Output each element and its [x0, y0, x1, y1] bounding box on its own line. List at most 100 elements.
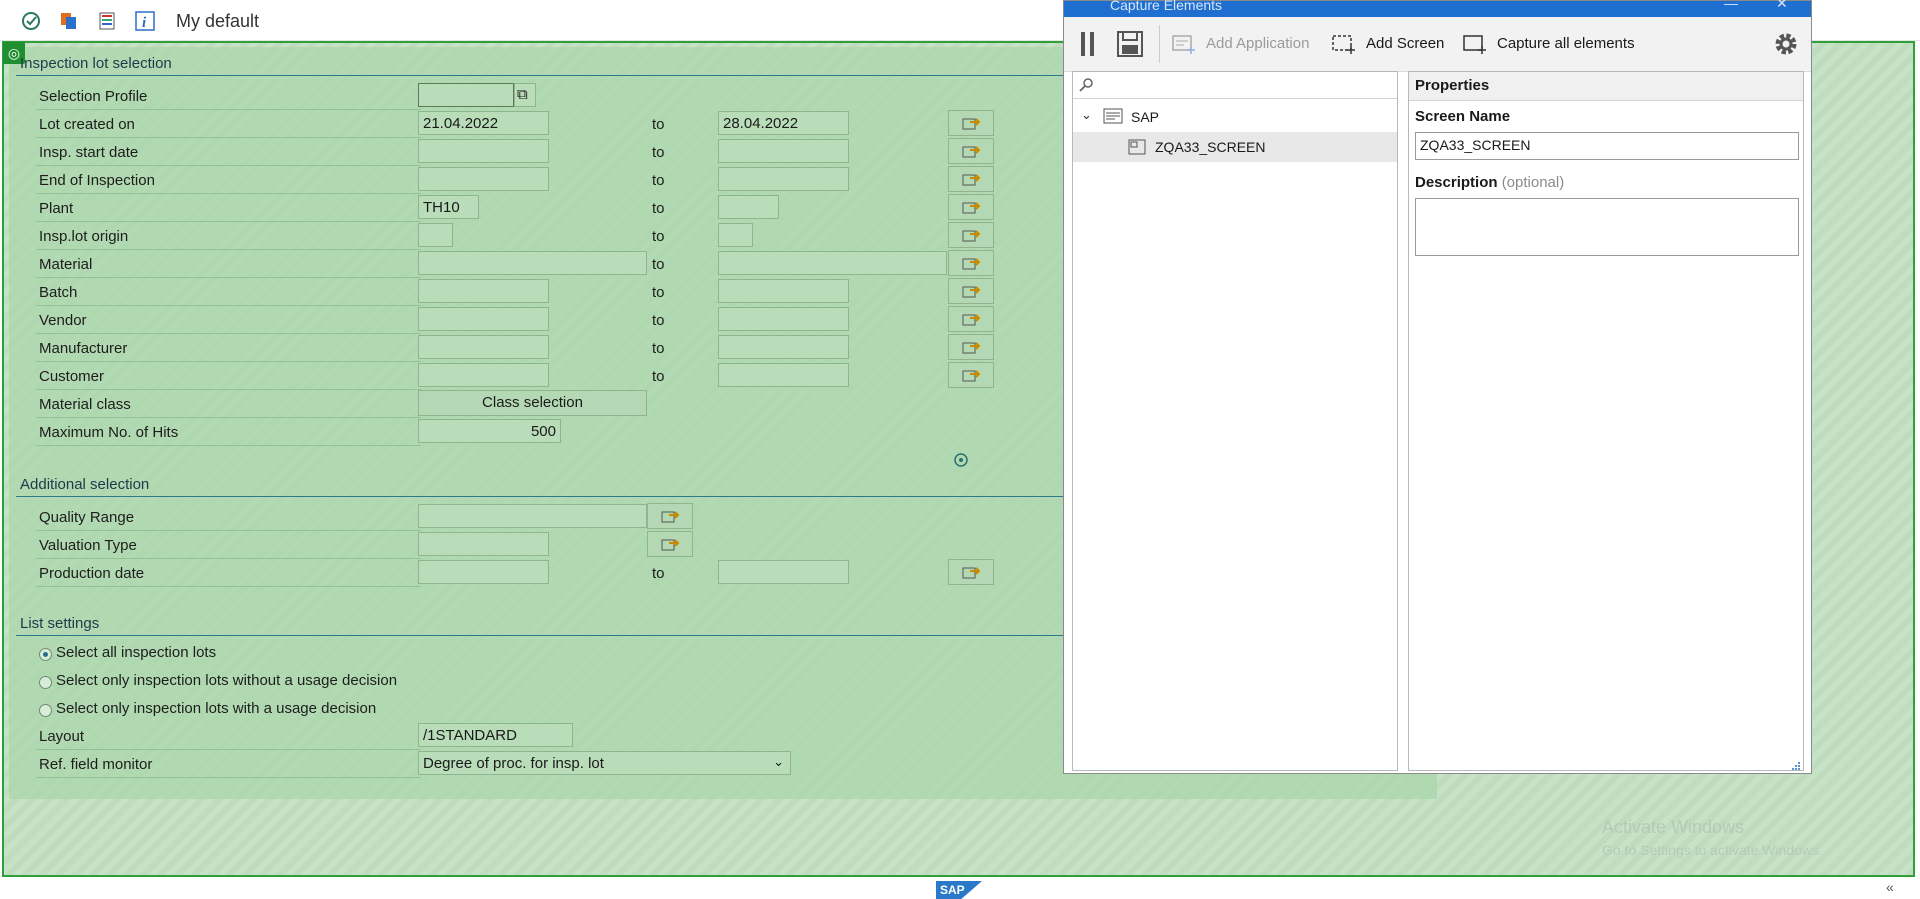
- svg-text:i: i: [142, 15, 147, 31]
- add-screen-button[interactable]: Add Screen: [1366, 35, 1444, 52]
- multiple-selection-button[interactable]: [647, 531, 693, 557]
- origin-from-input[interactable]: [418, 223, 453, 247]
- end-insp-to-input[interactable]: [718, 167, 849, 191]
- origin-to-input[interactable]: [718, 223, 753, 247]
- screen-name-input[interactable]: ZQA33_SCREEN: [1415, 132, 1799, 160]
- status-bar: SAP «: [0, 877, 1920, 899]
- quality-range-input[interactable]: [418, 504, 647, 528]
- lot-created-to-input[interactable]: 28.04.2022: [718, 111, 849, 135]
- label-selection-profile: Selection Profile: [39, 88, 148, 105]
- section-divider: [16, 75, 1072, 76]
- class-selection-button[interactable]: Class selection: [418, 390, 647, 416]
- tree-node-screen[interactable]: ZQA33_SCREEN: [1073, 132, 1397, 162]
- label-lot-created-on: Lot created on: [39, 116, 135, 133]
- multiple-selection-button[interactable]: [948, 306, 994, 332]
- element-tree: ⌄ SAP ZQA33_SCREEN: [1072, 71, 1398, 771]
- production-date-from-input[interactable]: [418, 560, 549, 584]
- radio-without-ud[interactable]: [39, 676, 52, 689]
- manufacturer-to-input[interactable]: [718, 335, 849, 359]
- add-application-button[interactable]: Add Application: [1206, 35, 1309, 52]
- to-label: to: [652, 116, 665, 133]
- insp-start-from-input[interactable]: [418, 139, 549, 163]
- vendor-to-input[interactable]: [718, 307, 849, 331]
- description-textarea[interactable]: [1415, 198, 1799, 256]
- variant-title: My default: [176, 11, 260, 31]
- label-production-date: Production date: [39, 565, 145, 582]
- variants-icon[interactable]: [58, 10, 80, 32]
- customer-to-input[interactable]: [718, 363, 849, 387]
- production-date-to-input[interactable]: [718, 560, 849, 584]
- to-label: to: [652, 200, 665, 217]
- plant-to-input[interactable]: [718, 195, 779, 219]
- capture-toolbar: Add Application Add Screen Capture all e…: [1064, 17, 1811, 72]
- label-quality-range: Quality Range: [39, 509, 135, 526]
- layout-icon[interactable]: [96, 10, 118, 32]
- label-customer: Customer: [39, 368, 105, 385]
- label-material: Material: [39, 256, 93, 273]
- to-label: to: [652, 284, 665, 301]
- section-title-inspection-lot: Inspection lot selection: [20, 55, 172, 72]
- chevron-down-icon[interactable]: ⌄: [1081, 107, 1092, 123]
- label-insp-start-date: Insp. start date: [39, 144, 139, 161]
- section-title-list-settings: List settings: [20, 615, 100, 632]
- multiple-selection-button[interactable]: [948, 110, 994, 136]
- collapse-icon[interactable]: «: [1886, 879, 1894, 895]
- tree-node-sap-label: SAP: [1131, 109, 1160, 125]
- batch-to-input[interactable]: [718, 279, 849, 303]
- multiple-selection-button[interactable]: [948, 278, 994, 304]
- ref-field-monitor-select[interactable]: Degree of proc. for insp. lot ⌄: [418, 751, 791, 775]
- selection-profile-input[interactable]: [418, 83, 514, 107]
- gear-icon[interactable]: [1773, 31, 1799, 57]
- description-label: Description (optional): [1415, 174, 1564, 191]
- activate-windows-hint: Go to Settings to activate Windows.: [1602, 842, 1823, 858]
- sap-logo: SAP: [936, 881, 982, 899]
- to-label: to: [652, 228, 665, 245]
- tree-search[interactable]: [1073, 72, 1397, 99]
- end-insp-from-input[interactable]: [418, 167, 549, 191]
- manufacturer-from-input[interactable]: [418, 335, 549, 359]
- batch-from-input[interactable]: [418, 279, 549, 303]
- multiple-selection-button[interactable]: [948, 362, 994, 388]
- material-to-input[interactable]: [718, 251, 947, 275]
- pause-icon[interactable]: [1080, 31, 1096, 57]
- capture-all-icon: [1463, 33, 1487, 55]
- layout-input[interactable]: /1STANDARD: [418, 723, 573, 747]
- material-from-input[interactable]: [418, 251, 647, 275]
- multiple-selection-button[interactable]: [948, 222, 994, 248]
- plant-from-input[interactable]: TH10: [418, 195, 479, 219]
- minimize-icon[interactable]: —: [1724, 0, 1738, 11]
- label-layout: Layout: [39, 728, 85, 745]
- execute-icon[interactable]: [20, 10, 42, 32]
- multiple-selection-button[interactable]: [948, 138, 994, 164]
- radio-all-lots[interactable]: [39, 648, 52, 661]
- multiple-selection-button[interactable]: [948, 194, 994, 220]
- crosshair-icon: [953, 452, 969, 468]
- label-manufacturer: Manufacturer: [39, 340, 128, 357]
- save-icon[interactable]: [1116, 30, 1144, 58]
- vendor-from-input[interactable]: [418, 307, 549, 331]
- to-label: to: [652, 172, 665, 189]
- close-icon[interactable]: ✕: [1776, 0, 1788, 12]
- multiple-selection-button[interactable]: [948, 250, 994, 276]
- customer-from-input[interactable]: [418, 363, 549, 387]
- multiple-selection-button[interactable]: [948, 166, 994, 192]
- description-label-text: Description: [1415, 174, 1498, 191]
- max-hits-input[interactable]: 500: [418, 419, 561, 443]
- info-icon[interactable]: i: [134, 10, 156, 32]
- multiple-selection-button[interactable]: [948, 334, 994, 360]
- section-title-additional: Additional selection: [20, 476, 150, 493]
- multiple-selection-button[interactable]: [647, 503, 693, 529]
- tree-node-screen-label: ZQA33_SCREEN: [1155, 139, 1266, 155]
- insp-start-to-input[interactable]: [718, 139, 849, 163]
- multiple-selection-button[interactable]: [948, 559, 994, 585]
- tree-node-sap[interactable]: ⌄ SAP: [1073, 102, 1397, 132]
- capture-all-button[interactable]: Capture all elements: [1497, 35, 1635, 52]
- label-material-class: Material class: [39, 396, 131, 413]
- label-insp-lot-origin: Insp.lot origin: [39, 228, 129, 245]
- resize-grip-icon[interactable]: [1791, 758, 1801, 770]
- valuation-type-input[interactable]: [418, 532, 549, 556]
- search-icon: [1079, 78, 1093, 92]
- selection-profile-help-icon[interactable]: ⧉: [514, 83, 536, 107]
- lot-created-from-input[interactable]: 21.04.2022: [418, 111, 549, 135]
- radio-with-ud[interactable]: [39, 704, 52, 717]
